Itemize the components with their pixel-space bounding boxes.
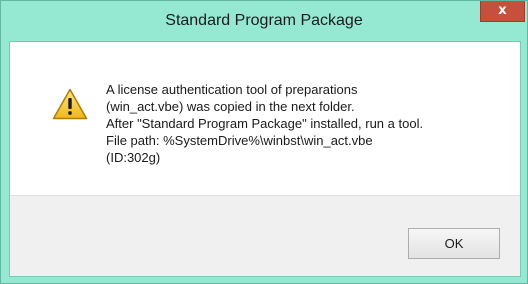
- ok-button[interactable]: OK: [408, 228, 500, 259]
- close-button[interactable]: x: [480, 1, 525, 22]
- message-line: A license authentication tool of prepara…: [106, 82, 358, 97]
- message-line: (win_act.vbe) was copied in the next fol…: [106, 99, 355, 114]
- dialog-window: Standard Program Package x A license aut…: [0, 0, 528, 284]
- close-icon: x: [498, 2, 507, 18]
- message-text: A license authentication tool of prepara…: [106, 81, 511, 166]
- warning-icon: [52, 88, 88, 120]
- dialog-content: A license authentication tool of prepara…: [9, 41, 521, 277]
- message-line: After "Standard Program Package" install…: [106, 116, 424, 131]
- message-line: (ID:302g): [106, 150, 161, 165]
- message-line: File path: %SystemDrive%\winbst\win_act.…: [106, 133, 373, 148]
- title-bar[interactable]: Standard Program Package x: [1, 1, 527, 41]
- button-bar: OK: [10, 195, 520, 276]
- dialog-title: Standard Program Package: [165, 12, 363, 29]
- message-area: A license authentication tool of prepara…: [10, 42, 520, 195]
